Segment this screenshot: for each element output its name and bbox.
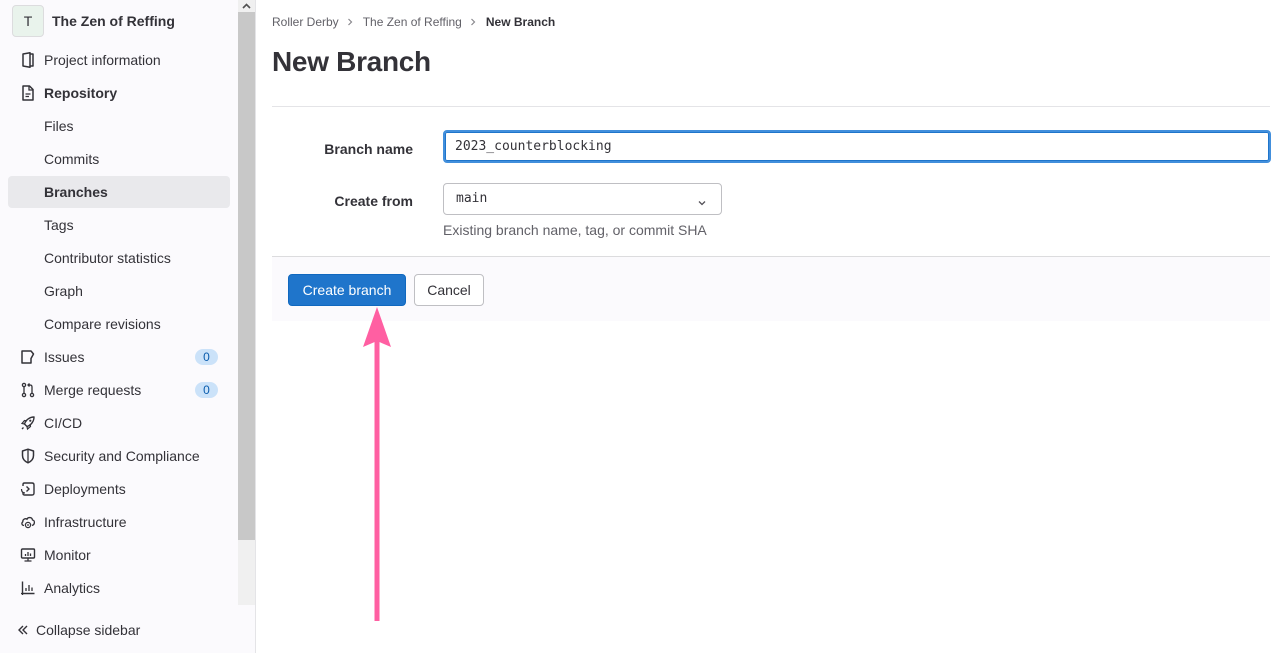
chevron-down-icon: [697, 195, 707, 206]
create-from-help-text: Existing branch name, tag, or commit SHA: [443, 222, 707, 238]
sidebar-item-label: Commits: [44, 151, 100, 167]
breadcrumb-item-group[interactable]: Roller Derby: [272, 15, 339, 29]
sidebar-item-label: Infrastructure: [44, 514, 127, 530]
sidebar-item-label: Project information: [44, 52, 161, 68]
main-content: Roller Derby The Zen of Reffing New Bran…: [256, 0, 1281, 653]
sidebar-item-deployments[interactable]: Deployments: [8, 473, 230, 505]
collapse-sidebar-label: Collapse sidebar: [36, 622, 141, 638]
shield-icon: [20, 448, 36, 464]
sidebar-item-label: Repository: [44, 85, 118, 101]
sidebar-item-tags[interactable]: Tags: [8, 209, 230, 241]
create-branch-button[interactable]: Create branch: [288, 274, 406, 306]
sidebar-item-graph[interactable]: Graph: [8, 275, 230, 307]
issues-icon: [20, 349, 36, 365]
merge-requests-count-badge: 0: [195, 382, 218, 398]
rocket-icon: [20, 415, 36, 431]
form-actions: Create branch Cancel: [272, 256, 1270, 321]
sidebar-item-label: Merge requests: [44, 382, 142, 398]
chevron-right-icon: [347, 18, 355, 26]
sidebar-item-branches[interactable]: Branches: [8, 176, 230, 208]
project-title: The Zen of Reffing: [52, 13, 175, 29]
cloud-gear-icon: [20, 514, 36, 530]
sidebar-item-label: Files: [44, 118, 74, 134]
sidebar-item-label: Compare revisions: [44, 316, 161, 332]
sidebar-item-label: CI/CD: [44, 415, 83, 431]
sidebar-item-label: Graph: [44, 283, 83, 299]
scrollbar-thumb[interactable]: [238, 12, 255, 540]
sidebar-item-contributor-statistics[interactable]: Contributor statistics: [8, 242, 230, 274]
create-from-value: main: [456, 191, 488, 206]
sidebar: T The Zen of Reffing Project information…: [0, 0, 256, 653]
divider: [272, 106, 1270, 107]
document-icon: [20, 85, 36, 101]
sidebar-item-monitor[interactable]: Monitor: [8, 539, 230, 571]
sidebar-item-merge-requests[interactable]: Merge requests 0: [8, 374, 230, 406]
project-avatar: T: [12, 5, 44, 37]
breadcrumb-item-current[interactable]: New Branch: [486, 15, 555, 29]
create-from-dropdown[interactable]: main: [443, 183, 722, 215]
merge-request-icon: [20, 382, 36, 398]
double-chevron-left-icon: [16, 622, 30, 638]
sidebar-item-issues[interactable]: Issues 0: [8, 341, 230, 373]
sidebar-item-commits[interactable]: Commits: [8, 143, 230, 175]
project-icon: [20, 52, 36, 68]
sidebar-item-label: Deployments: [44, 481, 126, 497]
chevron-right-icon: [470, 18, 478, 26]
create-from-label: Create from: [334, 193, 413, 209]
issues-count-badge: 0: [195, 349, 218, 365]
page-title: New Branch: [272, 46, 431, 77]
sidebar-item-label: Monitor: [44, 547, 91, 563]
sidebar-item-label: Analytics: [44, 580, 101, 596]
branch-name-label: Branch name: [324, 141, 413, 157]
collapse-sidebar-button[interactable]: Collapse sidebar: [0, 614, 255, 646]
sidebar-item-repository[interactable]: Repository: [8, 77, 230, 109]
sidebar-item-files[interactable]: Files: [8, 110, 230, 142]
sidebar-item-label: Tags: [44, 217, 74, 233]
deployments-icon: [20, 481, 36, 497]
sidebar-item-analytics[interactable]: Analytics: [8, 572, 230, 604]
sidebar-scroll-area: T The Zen of Reffing Project information…: [0, 0, 238, 605]
project-header[interactable]: T The Zen of Reffing: [12, 5, 175, 37]
sidebar-item-ci-cd[interactable]: CI/CD: [8, 407, 230, 439]
sidebar-item-project-information[interactable]: Project information: [8, 44, 230, 76]
branch-name-input[interactable]: [443, 130, 1271, 163]
cancel-button[interactable]: Cancel: [414, 274, 484, 306]
sidebar-item-label: Branches: [44, 184, 108, 200]
monitor-icon: [20, 547, 36, 563]
sidebar-scrollbar[interactable]: [238, 0, 255, 605]
scroll-up-arrow-icon[interactable]: [238, 0, 255, 12]
sidebar-item-infrastructure[interactable]: Infrastructure: [8, 506, 230, 538]
chart-icon: [20, 580, 36, 596]
sidebar-item-compare-revisions[interactable]: Compare revisions: [8, 308, 230, 340]
breadcrumb-item-project[interactable]: The Zen of Reffing: [363, 15, 462, 29]
sidebar-item-security-and-compliance[interactable]: Security and Compliance: [8, 440, 230, 472]
sidebar-item-label: Issues: [44, 349, 85, 365]
sidebar-item-label: Contributor statistics: [44, 250, 171, 266]
breadcrumb: Roller Derby The Zen of Reffing New Bran…: [272, 14, 555, 30]
sidebar-item-label: Security and Compliance: [44, 448, 200, 464]
